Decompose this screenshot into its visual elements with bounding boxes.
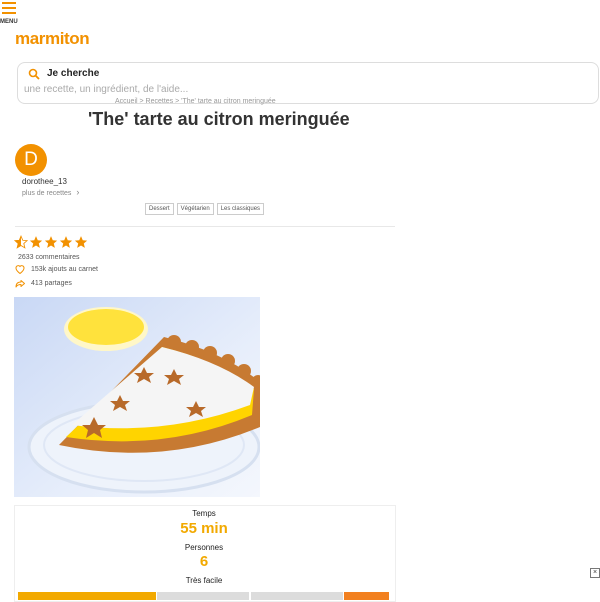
logo[interactable]: marmiton xyxy=(15,29,90,49)
search-input[interactable]: une recette, un ingrédient, de l'aide... xyxy=(24,84,188,95)
difficulty-bar-3 xyxy=(251,592,343,600)
star-icon xyxy=(29,236,43,248)
logo-text: marmiton xyxy=(15,29,90,48)
search-icon xyxy=(28,68,40,80)
menu-label[interactable]: MENU xyxy=(0,19,18,25)
heart-icon[interactable] xyxy=(14,263,26,275)
star-icon xyxy=(59,236,73,248)
people-value: 6 xyxy=(199,553,209,570)
time-value: 55 min xyxy=(180,520,228,537)
difficulty-label: Très facile xyxy=(185,576,223,585)
people-label: Personnes xyxy=(184,543,224,552)
search-box[interactable] xyxy=(17,62,599,104)
tag-classiques[interactable]: Les classiques xyxy=(216,203,265,215)
avatar[interactable]: D xyxy=(15,144,47,176)
share-icon[interactable] xyxy=(14,278,26,290)
more-recipes-label: plus de recettes xyxy=(22,190,72,197)
close-icon[interactable]: × xyxy=(590,568,600,578)
author-name[interactable]: dorothee_13 xyxy=(22,177,67,186)
tag-list: Dessert Végétarien Les classiques xyxy=(145,203,265,215)
breadcrumb[interactable]: Accueil > Recettes > 'The' tarte au citr… xyxy=(115,98,276,105)
search-title: Je cherche xyxy=(47,68,100,79)
difficulty-bar-1 xyxy=(18,592,156,600)
rating-stars xyxy=(14,235,88,249)
divider xyxy=(15,226,395,227)
recipe-photo[interactable] xyxy=(14,297,260,497)
star-icon xyxy=(44,236,58,248)
comments-link[interactable]: 2633 commentaires xyxy=(18,254,79,261)
tag-dessert[interactable]: Dessert xyxy=(145,203,174,215)
star-icon xyxy=(74,236,88,248)
carnet-count[interactable]: 153k ajouts au carnet xyxy=(31,266,98,273)
tag-vegetarien[interactable]: Végétarien xyxy=(176,203,214,215)
page-title: 'The' tarte au citron meringuée xyxy=(88,109,350,129)
more-recipes-link[interactable]: plus de recettes › xyxy=(22,187,79,197)
difficulty-bar-4 xyxy=(344,592,389,600)
chevron-right-icon: › xyxy=(76,187,80,197)
time-label: Temps xyxy=(192,509,216,518)
hamburger-icon xyxy=(2,2,16,4)
share-count[interactable]: 413 partages xyxy=(31,280,72,287)
difficulty-bar-2 xyxy=(157,592,249,600)
star-half-icon xyxy=(14,235,28,249)
